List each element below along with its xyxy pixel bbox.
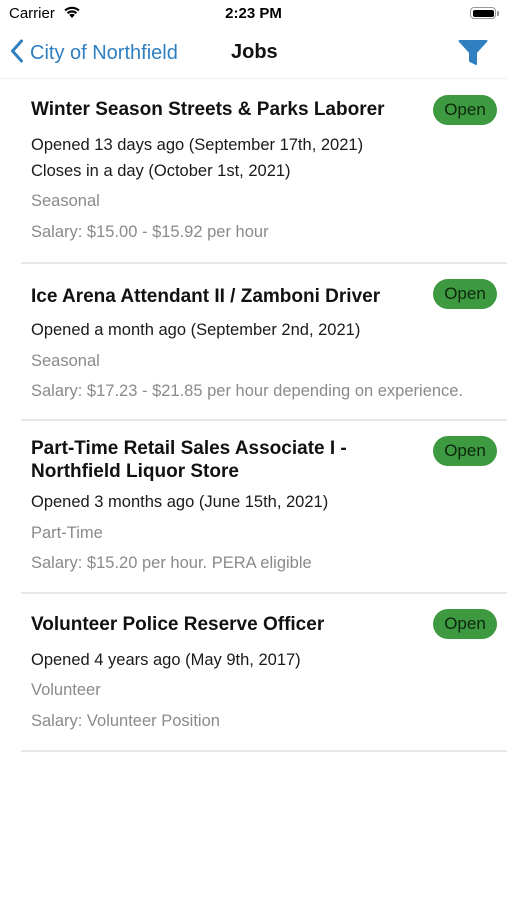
navigation-bar: City of Northfield Jobs bbox=[0, 28, 507, 79]
job-opened-date: Opened 3 months ago (June 15th, 2021) bbox=[31, 493, 329, 511]
battery-cap bbox=[497, 11, 499, 16]
back-label: City of Northfield bbox=[30, 41, 178, 64]
job-title: Winter Season Streets & Parks Laborer bbox=[31, 99, 385, 120]
clock-time: 2:23 PM bbox=[225, 5, 282, 22]
job-list-item[interactable]: Winter Season Streets & Parks Laborer Op… bbox=[21, 80, 507, 264]
job-salary: Salary: Volunteer Position bbox=[31, 712, 220, 730]
status-bar: Carrier 2:23 PM bbox=[0, 0, 507, 28]
job-title: Ice Arena Attendant II / Zamboni Driver bbox=[31, 286, 381, 307]
job-type: Seasonal bbox=[31, 352, 100, 370]
status-badge: Open bbox=[433, 609, 497, 639]
job-type: Seasonal bbox=[31, 192, 100, 210]
job-title: Part-Time Retail Sales Associate I - Nor… bbox=[31, 437, 421, 483]
job-salary: Salary: $15.00 - $15.92 per hour bbox=[31, 223, 269, 241]
filter-icon bbox=[458, 40, 488, 71]
job-opened-date: Opened a month ago (September 2nd, 2021) bbox=[31, 321, 361, 339]
filter-button[interactable] bbox=[458, 39, 488, 67]
job-opened-date: Opened 4 years ago (May 9th, 2017) bbox=[31, 651, 301, 669]
status-badge: Open bbox=[433, 436, 497, 466]
job-list-item[interactable]: Part-Time Retail Sales Associate I - Nor… bbox=[21, 421, 507, 594]
chevron-left-icon bbox=[10, 39, 24, 68]
job-list-item[interactable]: Volunteer Police Reserve Officer Open Op… bbox=[21, 594, 507, 752]
job-salary: Salary: $17.23 - $21.85 per hour dependi… bbox=[31, 382, 464, 400]
job-salary: Salary: $15.20 per hour. PERA eligible bbox=[31, 554, 312, 572]
job-title-line: Part-Time Retail Sales Associate I - bbox=[31, 438, 347, 459]
back-button[interactable]: City of Northfield bbox=[10, 38, 178, 68]
job-opened-date: Opened 13 days ago (September 17th, 2021… bbox=[31, 136, 364, 154]
status-badge: Open bbox=[433, 95, 497, 125]
job-type: Volunteer bbox=[31, 681, 101, 699]
job-title-line: Northfield Liquor Store bbox=[31, 461, 239, 482]
battery-icon bbox=[470, 7, 496, 19]
job-title: Volunteer Police Reserve Officer bbox=[31, 614, 325, 635]
job-list-item[interactable]: Ice Arena Attendant II / Zamboni Driver … bbox=[21, 264, 507, 421]
page-title: Jobs bbox=[231, 41, 278, 63]
job-type: Part-Time bbox=[31, 524, 103, 542]
status-badge: Open bbox=[433, 279, 497, 309]
job-closing-date: Closes in a day (October 1st, 2021) bbox=[31, 162, 291, 180]
job-list: Winter Season Streets & Parks Laborer Op… bbox=[21, 80, 507, 752]
